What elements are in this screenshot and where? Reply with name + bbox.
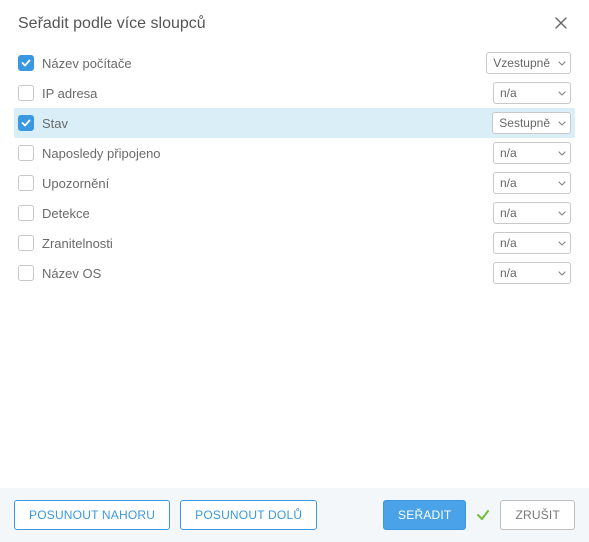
column-checkbox[interactable] (18, 145, 34, 161)
column-label: Naposledy připojeno (42, 146, 493, 161)
order-select[interactable]: n/a (493, 172, 571, 194)
column-checkbox[interactable] (18, 55, 34, 71)
order-select-value: n/a (500, 236, 517, 250)
columns-list: Název počítačeVzestupněIP adresan/aStavS… (0, 42, 589, 488)
close-button[interactable] (551, 14, 571, 34)
order-select[interactable]: Sestupně (492, 112, 571, 134)
column-row[interactable]: Upozornění n/a (14, 168, 575, 198)
close-icon (555, 17, 567, 32)
dialog-header: Seřadit podle více sloupců (0, 0, 589, 42)
column-checkbox[interactable] (18, 265, 34, 281)
check-icon (476, 508, 490, 522)
order-select-value: n/a (500, 86, 517, 100)
dialog-footer: POSUNOUT NAHORU POSUNOUT DOLŮ SEŘADIT ZR… (0, 488, 589, 542)
order-select-value: n/a (500, 176, 517, 190)
move-down-button[interactable]: POSUNOUT DOLŮ (180, 500, 317, 530)
column-row[interactable]: Stav Sestupně (14, 108, 575, 138)
column-row[interactable]: Název OS n/a (14, 258, 575, 288)
column-row[interactable]: IP adresa n/a (14, 78, 575, 108)
column-checkbox[interactable] (18, 115, 34, 131)
order-select-value: Vzestupně (493, 56, 550, 70)
column-checkbox[interactable] (18, 205, 34, 221)
column-label: Stav (42, 116, 492, 131)
sort-button[interactable]: SEŘADIT (383, 500, 466, 530)
column-label: Detekce (42, 206, 493, 221)
column-row[interactable]: Zranitelnosti n/a (14, 228, 575, 258)
order-select-wrap: Vzestupně (486, 52, 571, 74)
order-select-wrap: n/a (493, 142, 571, 164)
order-select-value: n/a (500, 206, 517, 220)
order-select-wrap: n/a (493, 262, 571, 284)
column-label: Název OS (42, 266, 493, 281)
order-select[interactable]: n/a (493, 202, 571, 224)
sort-dialog: Seřadit podle více sloupců Název počítač… (0, 0, 589, 542)
order-select[interactable]: n/a (493, 232, 571, 254)
column-checkbox[interactable] (18, 175, 34, 191)
order-select[interactable]: n/a (493, 82, 571, 104)
order-select[interactable]: n/a (493, 262, 571, 284)
column-label: Upozornění (42, 176, 493, 191)
column-checkbox[interactable] (18, 85, 34, 101)
move-up-button[interactable]: POSUNOUT NAHORU (14, 500, 170, 530)
order-select-wrap: n/a (493, 172, 571, 194)
order-select-wrap: n/a (493, 82, 571, 104)
order-select-value: Sestupně (499, 116, 550, 130)
column-row[interactable]: Název počítače Vzestupně (14, 48, 575, 78)
order-select-wrap: n/a (493, 202, 571, 224)
order-select-wrap: n/a (493, 232, 571, 254)
cancel-button[interactable]: ZRUŠIT (500, 500, 575, 530)
order-select-value: n/a (500, 146, 517, 160)
column-label: Název počítače (42, 56, 486, 71)
column-checkbox[interactable] (18, 235, 34, 251)
column-row[interactable]: Naposledy připojeno n/a (14, 138, 575, 168)
dialog-title: Seřadit podle více sloupců (18, 15, 206, 33)
order-select[interactable]: Vzestupně (486, 52, 571, 74)
order-select-value: n/a (500, 266, 517, 280)
order-select-wrap: Sestupně (492, 112, 571, 134)
column-row[interactable]: Detekce n/a (14, 198, 575, 228)
order-select[interactable]: n/a (493, 142, 571, 164)
column-label: IP adresa (42, 86, 493, 101)
column-label: Zranitelnosti (42, 236, 493, 251)
